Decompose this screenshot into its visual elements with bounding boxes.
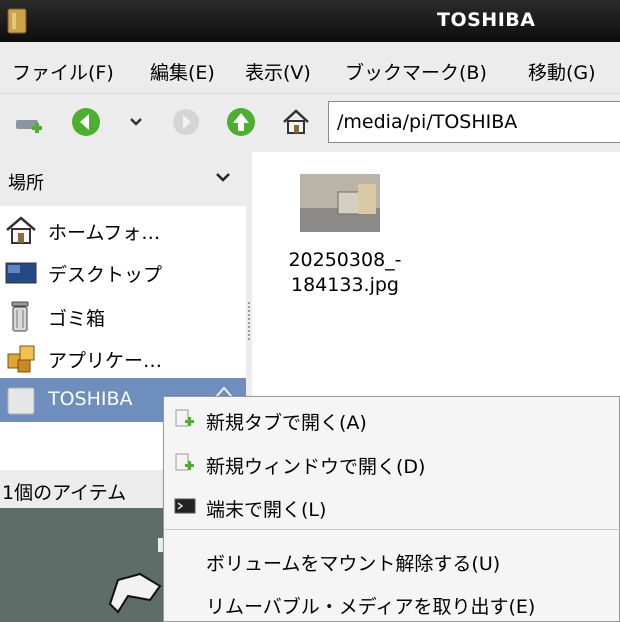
image-preview	[0, 508, 170, 622]
menu-view[interactable]: 表示(V)	[245, 58, 311, 85]
desktop-icon	[4, 256, 38, 288]
menu-open-new-tab[interactable]: 新規タブで開く(A)	[164, 399, 620, 439]
sidebar-item-label: ゴミ箱	[48, 308, 106, 330]
file-name-line: 20250308_-	[288, 249, 402, 271]
sidebar-item-label: TOSHIBA	[48, 388, 133, 410]
new-tab-icon	[174, 409, 196, 429]
trash-icon	[4, 300, 38, 332]
menu-bar: ファイル(F) 編集(E) 表示(V) ブックマーク(B) 移動(G)	[0, 42, 620, 94]
menu-open-terminal[interactable]: 端末で開く(L)	[164, 486, 620, 526]
menu-open-new-window[interactable]: 新規ウィンドウで開く(D)	[164, 443, 620, 483]
menu-eject-media[interactable]: リムーバブル・メディアを取り出す(E)	[164, 583, 620, 622]
places-label: 場所	[8, 173, 44, 194]
menu-bookmarks[interactable]: ブックマーク(B)	[345, 58, 487, 85]
image-thumbnail[interactable]	[300, 174, 380, 232]
terminal-icon	[174, 496, 196, 516]
history-dropdown-button[interactable]	[120, 106, 152, 138]
menu-unmount-volume[interactable]: ボリュームをマウント解除する(U)	[164, 540, 620, 580]
menu-file[interactable]: ファイル(F)	[12, 58, 114, 85]
applications-icon	[4, 342, 38, 374]
new-tab-button[interactable]	[12, 106, 44, 138]
sidebar-item-label: ホームフォ…	[48, 222, 161, 244]
menu-go[interactable]: 移動(G)	[528, 58, 596, 85]
forward-button[interactable]	[170, 106, 202, 138]
back-button[interactable]	[70, 106, 102, 138]
folder-app-icon	[6, 7, 28, 35]
places-header[interactable]: 場所	[0, 152, 250, 206]
window-title: TOSHIBA	[437, 9, 536, 31]
status-text: 1個のアイテム	[2, 482, 127, 504]
menu-separator	[164, 529, 620, 530]
sidebar-item-desktop[interactable]: デスクトップ	[0, 250, 246, 294]
file-name[interactable]: 20250308_- 184133.jpg	[270, 248, 420, 298]
location-input[interactable]: /media/pi/TOSHIBA	[328, 101, 620, 143]
up-button[interactable]	[225, 106, 257, 138]
sidebar-item-home[interactable]: ホームフォ…	[0, 208, 246, 252]
forward-arrow-icon	[173, 109, 199, 135]
title-bar: TOSHIBA	[0, 0, 620, 42]
menu-label: 新規タブで開く(A)	[206, 412, 367, 434]
sidebar-item-trash[interactable]: ゴミ箱	[0, 294, 246, 338]
home-icon	[4, 214, 38, 246]
menu-label: ボリュームをマウント解除する(U)	[206, 553, 501, 575]
menu-label: リムーバブル・メディアを取り出す(E)	[206, 596, 536, 618]
home-button[interactable]	[280, 106, 312, 138]
chevron-down-icon[interactable]	[214, 170, 232, 189]
new-tab-icon	[16, 120, 42, 133]
sidebar-item-applications[interactable]: アプリケー…	[0, 336, 246, 380]
back-arrow-icon	[72, 108, 100, 136]
menu-label: 端末で開く(L)	[206, 499, 327, 521]
new-window-icon	[174, 453, 196, 473]
file-name-line: 184133.jpg	[291, 274, 399, 296]
sidebar-item-label: アプリケー…	[48, 350, 163, 372]
sidebar-item-label: デスクトップ	[48, 264, 163, 286]
up-arrow-icon	[227, 108, 255, 136]
drive-icon	[4, 384, 38, 416]
home-icon	[283, 109, 309, 134]
chevron-down-icon	[130, 118, 142, 126]
context-menu: 新規タブで開く(A) 新規ウィンドウで開く(D) 端末で開く(L) ボリュームを…	[163, 396, 620, 622]
menu-edit[interactable]: 編集(E)	[150, 58, 215, 85]
menu-label: 新規ウィンドウで開く(D)	[206, 456, 426, 478]
